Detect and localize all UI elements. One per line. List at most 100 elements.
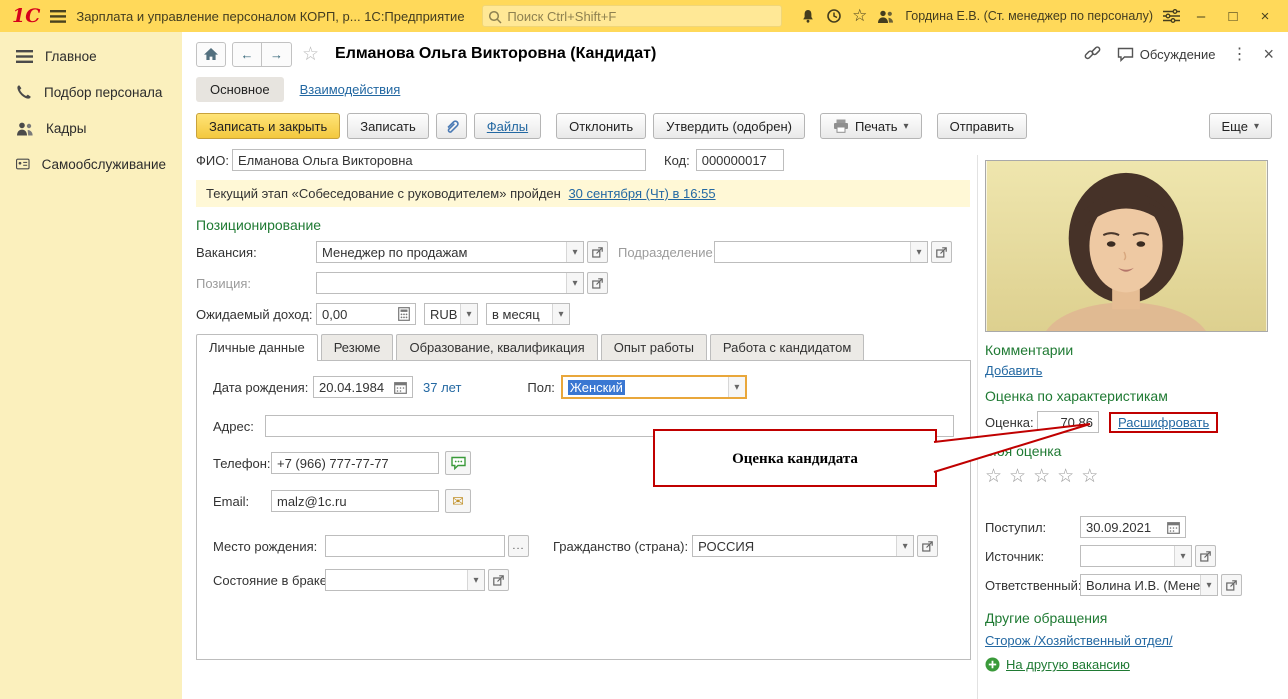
rating-stars[interactable]: ☆☆☆☆☆ xyxy=(985,465,1279,488)
files-button[interactable]: Файлы xyxy=(473,113,542,139)
tab-education[interactable]: Образование, квалификация xyxy=(396,334,598,360)
birthplace-input[interactable] xyxy=(325,535,505,557)
approve-button[interactable]: Утвердить (одобрен) xyxy=(653,113,805,139)
settings-sliders-icon[interactable] xyxy=(1163,9,1180,23)
fio-input[interactable]: Елманова Ольга Викторовна xyxy=(232,149,646,171)
calendar-icon[interactable] xyxy=(1167,521,1180,534)
vacancy-open-button[interactable] xyxy=(587,241,608,263)
users-icon[interactable] xyxy=(877,9,895,24)
star-icon[interactable]: ☆ xyxy=(1033,466,1057,487)
source-combo[interactable]: ▾ xyxy=(1080,545,1192,567)
favorite-star-icon[interactable]: ☆ xyxy=(302,43,319,66)
forward-button[interactable]: → xyxy=(262,41,292,67)
history-clock-icon[interactable] xyxy=(826,8,842,24)
marital-open-button[interactable] xyxy=(488,569,509,591)
received-date-input[interactable]: 30.09.2021 xyxy=(1080,516,1186,538)
sidebar-item-main[interactable]: Главное xyxy=(0,38,182,74)
tab-resume[interactable]: Резюме xyxy=(320,334,394,360)
add-to-vacancy-link[interactable]: На другую вакансию xyxy=(1006,657,1130,672)
birthplace-ellipsis-button[interactable]: ... xyxy=(508,535,529,557)
main-menu-icon[interactable] xyxy=(50,9,67,23)
dropdown-arrow-icon[interactable]: ▾ xyxy=(566,273,583,293)
send-sms-button[interactable] xyxy=(445,451,471,475)
close-form-icon[interactable]: × xyxy=(1263,44,1274,65)
calculator-icon[interactable] xyxy=(398,307,410,321)
decrypt-score-link[interactable]: Расшифровать xyxy=(1118,415,1209,430)
star-icon[interactable]: ☆ xyxy=(1081,466,1105,487)
vacancy-combo[interactable]: Менеджер по продажам ▾ xyxy=(316,241,584,263)
period-combo[interactable]: в месяц ▾ xyxy=(486,303,570,325)
other-application-link[interactable]: Сторож /Хозяйственный отдел/ xyxy=(985,633,1173,648)
email-label: Email: xyxy=(213,493,250,509)
add-to-vacancy-row[interactable]: На другую вакансию xyxy=(985,657,1279,672)
gender-combo[interactable]: Женский ▾ xyxy=(560,375,747,399)
star-icon[interactable]: ☆ xyxy=(1057,466,1081,487)
income-label: Ожидаемый доход: xyxy=(196,306,313,322)
star-icon[interactable]: ☆ xyxy=(1009,466,1033,487)
attach-button[interactable] xyxy=(435,113,467,139)
marital-combo[interactable]: ▾ xyxy=(325,569,485,591)
calendar-icon[interactable] xyxy=(394,381,407,394)
tab-candidate-work[interactable]: Работа с кандидатом xyxy=(709,334,865,360)
current-user[interactable]: Гордина Е.В. (Ст. менеджер по персоналу) xyxy=(905,9,1153,23)
more-button[interactable]: Еще ▾ xyxy=(1208,113,1272,139)
dropdown-arrow-icon[interactable]: ▾ xyxy=(727,377,745,397)
citizenship-combo[interactable]: РОССИЯ ▾ xyxy=(692,535,915,557)
dropdown-arrow-icon[interactable]: ▾ xyxy=(910,242,927,262)
window-minimize-button[interactable]: – xyxy=(1190,9,1212,24)
responsible-open-button[interactable] xyxy=(1221,574,1242,596)
tab-interactions[interactable]: Взаимодействия xyxy=(300,82,401,97)
reject-button[interactable]: Отклонить xyxy=(556,113,647,139)
more-menu-icon[interactable]: ⋮ xyxy=(1231,44,1247,64)
address-input[interactable] xyxy=(265,415,954,437)
send-email-button[interactable]: ✉ xyxy=(445,489,471,513)
sidebar-item-hr[interactable]: Кадры xyxy=(0,110,182,146)
send-button[interactable]: Отправить xyxy=(936,113,1028,139)
dropdown-arrow-icon[interactable]: ▾ xyxy=(1174,546,1191,566)
position-open-button[interactable] xyxy=(587,272,608,294)
open-icon xyxy=(1226,579,1237,591)
home-button[interactable] xyxy=(196,41,226,67)
print-button[interactable]: Печать ▾ xyxy=(819,113,922,139)
search-input[interactable] xyxy=(507,6,778,26)
save-button[interactable]: Записать xyxy=(347,113,429,139)
citizenship-open-button[interactable] xyxy=(917,535,939,557)
global-search[interactable] xyxy=(482,5,783,27)
score-highlight-box: Расшифровать xyxy=(1109,411,1219,433)
department-open-button[interactable] xyxy=(931,241,952,263)
sidebar-item-selfservice[interactable]: Самообслуживание xyxy=(0,146,182,182)
position-combo[interactable]: ▾ xyxy=(316,272,584,294)
notifications-bell-icon[interactable] xyxy=(800,8,816,24)
tab-personal-data[interactable]: Личные данные xyxy=(196,334,318,361)
window-close-button[interactable]: × xyxy=(1254,9,1276,24)
birthdate-input[interactable]: 20.04.1984 xyxy=(313,376,413,398)
dropdown-arrow-icon[interactable]: ▾ xyxy=(460,304,477,324)
dropdown-arrow-icon[interactable]: ▾ xyxy=(467,570,484,590)
tab-experience[interactable]: Опыт работы xyxy=(600,334,707,360)
department-combo[interactable]: ▾ xyxy=(714,241,928,263)
phone-input[interactable]: +7 (966) 777-77-77 xyxy=(271,452,439,474)
favorites-star-icon[interactable]: ☆ xyxy=(852,6,867,26)
source-open-button[interactable] xyxy=(1195,545,1216,567)
panel-splitter[interactable] xyxy=(977,155,978,699)
dropdown-arrow-icon[interactable]: ▾ xyxy=(896,536,914,556)
tab-main[interactable]: Основное xyxy=(196,76,284,102)
dropdown-arrow-icon[interactable]: ▾ xyxy=(1200,575,1217,595)
sidebar-item-recruitment[interactable]: Подбор персонала xyxy=(0,74,182,110)
stage-banner-link[interactable]: 30 сентября (Чт) в 16:55 xyxy=(568,186,715,201)
dropdown-arrow-icon[interactable]: ▾ xyxy=(566,242,583,262)
dropdown-arrow-icon[interactable]: ▾ xyxy=(552,304,569,324)
discussion-button[interactable]: Обсуждение xyxy=(1117,47,1215,62)
back-button[interactable]: ← xyxy=(232,41,262,67)
copy-link-icon[interactable] xyxy=(1084,45,1101,64)
star-icon[interactable]: ☆ xyxy=(985,466,1009,487)
score-input[interactable]: 70,86 xyxy=(1037,411,1099,433)
add-comment-link[interactable]: Добавить xyxy=(985,363,1042,378)
window-maximize-button[interactable]: □ xyxy=(1222,9,1244,24)
responsible-combo[interactable]: Волина И.В. (Менедже ▾ xyxy=(1080,574,1218,596)
email-input[interactable]: malz@1c.ru xyxy=(271,490,439,512)
income-input[interactable]: 0,00 xyxy=(316,303,416,325)
code-input[interactable]: 000000017 xyxy=(695,149,784,171)
save-close-button[interactable]: Записать и закрыть xyxy=(196,113,341,139)
currency-combo[interactable]: RUB ▾ xyxy=(424,303,478,325)
